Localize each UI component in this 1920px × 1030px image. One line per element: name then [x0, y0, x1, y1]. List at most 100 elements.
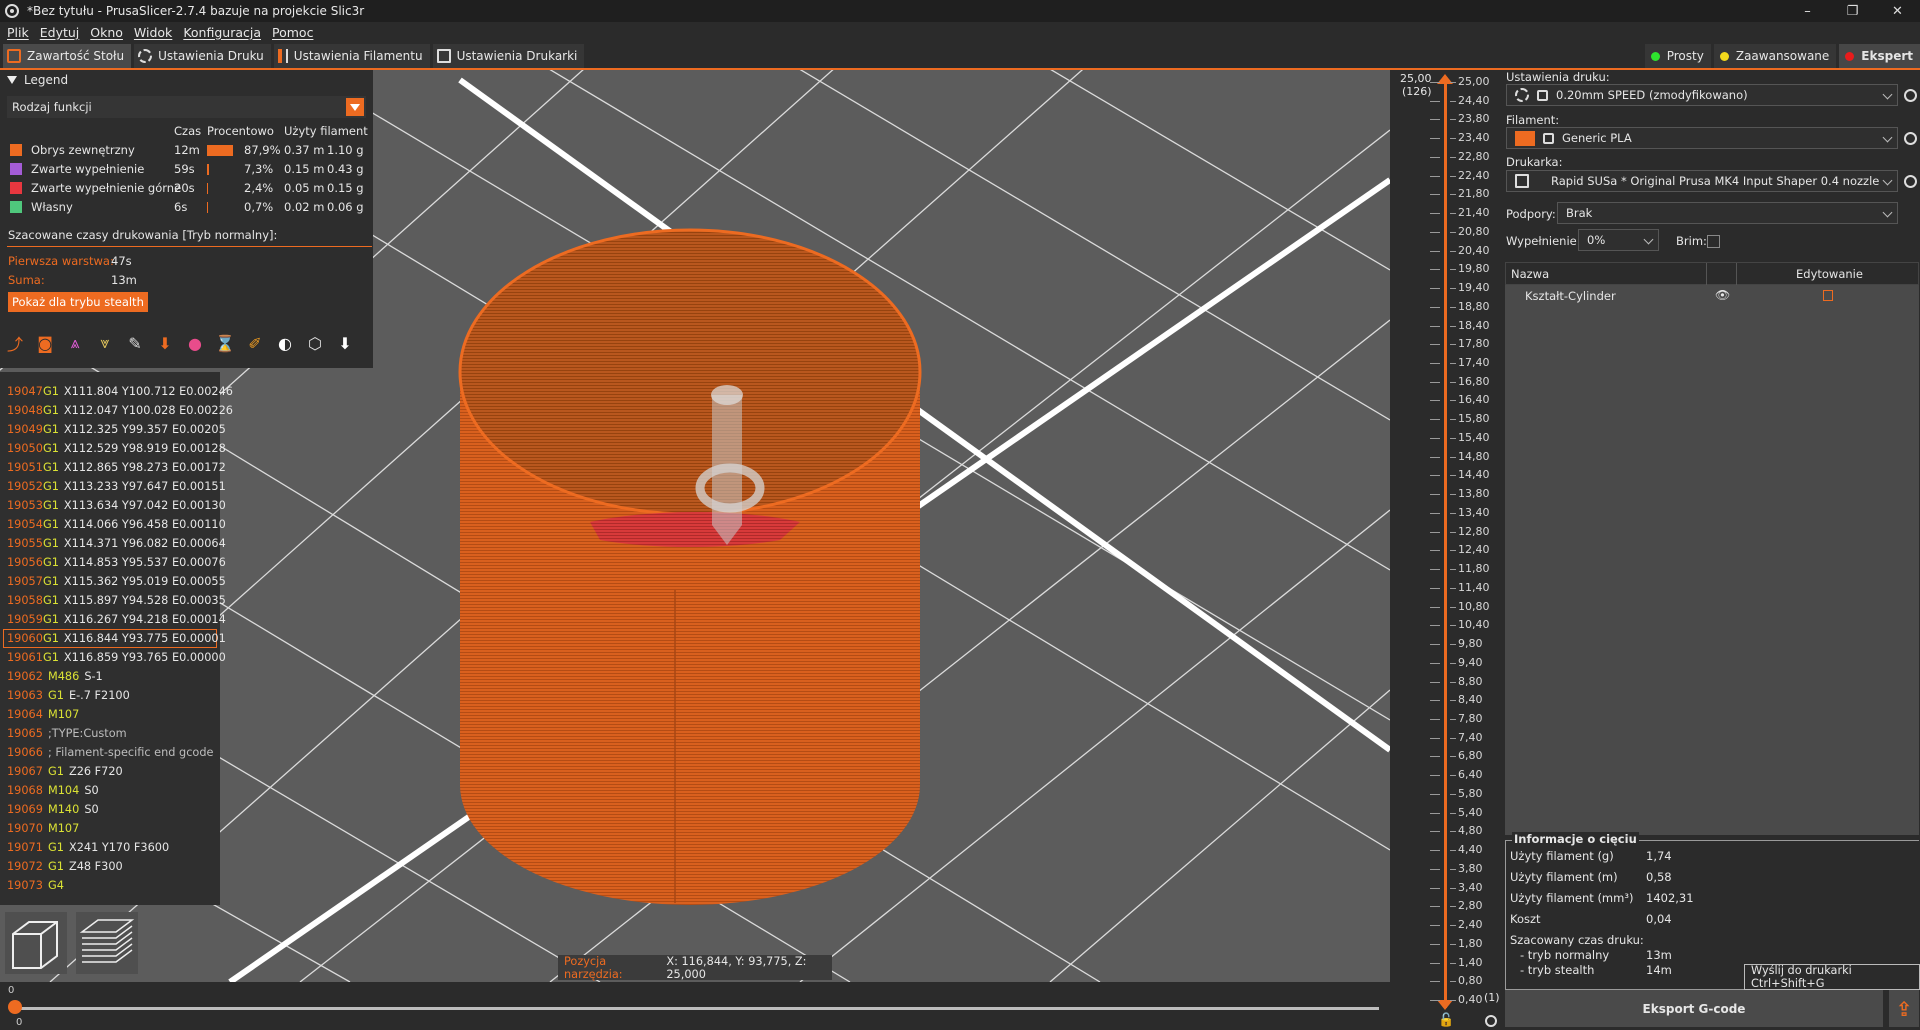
- color-changes-icon[interactable]: ●: [184, 332, 206, 354]
- gcode-line[interactable]: 19065 ;TYPE:Custom: [0, 724, 220, 743]
- deretractions-icon[interactable]: ⩔: [94, 332, 116, 354]
- travel-icon[interactable]: ⤴: [4, 332, 26, 354]
- layer-height-label: 5,40: [1458, 805, 1483, 819]
- shells-icon[interactable]: ⬡: [304, 332, 326, 354]
- gcode-line[interactable]: 19047 G1 X111.804 Y100.712 E0.00246: [0, 382, 233, 401]
- mode-simple-button[interactable]: Prosty: [1644, 44, 1711, 68]
- gcode-line[interactable]: 19057 G1 X115.362 Y95.019 E0.00055: [0, 572, 226, 591]
- eye-icon[interactable]: 👁: [1715, 288, 1730, 302]
- settings-cog-icon[interactable]: [1485, 1015, 1497, 1027]
- legend-row[interactable]: Zwarte wypełnienie 59s 7,3% 0.15 m 0.43 …: [0, 160, 373, 179]
- lock-icon[interactable]: 🔓: [1438, 1013, 1454, 1028]
- layer-tick: [1450, 569, 1456, 571]
- gcode-line[interactable]: 19072 G1 Z48 F300: [0, 857, 220, 876]
- edit-object-icon[interactable]: [1823, 290, 1833, 301]
- printer-combo[interactable]: Rapid SUSa * Original Prusa MK4 Input Sh…: [1506, 170, 1898, 192]
- view-type-select[interactable]: Rodzaj funkcji: [7, 96, 366, 118]
- gcode-line[interactable]: 19061 G1 X116.859 Y93.765 E0.00000: [0, 648, 226, 667]
- 3d-view-button[interactable]: [5, 912, 67, 974]
- legend-header[interactable]: Legend: [0, 70, 373, 90]
- pause-prints-icon[interactable]: ⌛: [214, 332, 236, 354]
- menu-configuration[interactable]: Konfiguracja: [183, 25, 261, 40]
- tool-changes-icon[interactable]: ⬇: [154, 332, 176, 354]
- infill-combo[interactable]: 0%: [1578, 229, 1659, 251]
- legend-row[interactable]: Obrys zewnętrzny 12m 87,9% 0.37 m 1.10 g: [0, 141, 373, 160]
- gcode-line[interactable]: 19049 G1 X112.325 Y99.357 E0.00205: [0, 420, 226, 439]
- tab-print-settings[interactable]: Ustawienia Druku: [134, 43, 271, 68]
- legend-row[interactable]: Własny 6s 0,7% 0.02 m 0.06 g: [0, 198, 373, 217]
- object-row[interactable]: Kształt-Cylinder 👁: [1505, 285, 1919, 307]
- gcode-line[interactable]: 19071 G1 X241 Y170 F3600: [0, 838, 220, 857]
- menu-file[interactable]: Plik: [7, 25, 29, 40]
- line-number: 19052: [7, 480, 43, 493]
- menu-help[interactable]: Pomoc: [272, 25, 313, 40]
- send-to-printer-button[interactable]: ⇪: [1889, 990, 1919, 1027]
- legend-row[interactable]: Zwarte wypełnienie górne 20s 2,4% 0.05 m…: [0, 179, 373, 198]
- tool-marker-icon[interactable]: ⬇: [334, 332, 356, 354]
- preview-layers-button[interactable]: [76, 912, 138, 974]
- gcode-line[interactable]: 19048 G1 X112.047 Y100.028 E0.00226: [0, 401, 233, 420]
- line-number: 19061: [7, 651, 43, 664]
- mode-advanced-button[interactable]: Zaawansowane: [1713, 44, 1837, 68]
- tab-plater[interactable]: Zawartość Stołu: [3, 43, 132, 68]
- wipe-icon[interactable]: ◙: [34, 332, 56, 354]
- dropdown-arrow-icon: [346, 98, 364, 116]
- supports-combo[interactable]: Brak: [1557, 202, 1898, 224]
- show-stealth-button[interactable]: Pokaż dla trybu stealth: [8, 292, 148, 312]
- seams-icon[interactable]: ✎: [124, 332, 146, 354]
- slider-thumb[interactable]: [8, 1000, 22, 1014]
- menu-window[interactable]: Okno: [90, 25, 123, 40]
- feature-time: 12m: [174, 143, 200, 157]
- gcode-line[interactable]: 19054 G1 X114.066 Y96.458 E0.00110: [0, 515, 226, 534]
- layer-tick: [1430, 550, 1440, 552]
- printer-edit-icon[interactable]: [1904, 175, 1917, 188]
- filament-edit-icon[interactable]: [1904, 132, 1917, 145]
- gcode-line[interactable]: 19050 G1 X112.529 Y98.919 E0.00128: [0, 439, 226, 458]
- layer-height-label: 15,40: [1458, 430, 1490, 444]
- gcode-line[interactable]: 19053 G1 X113.634 Y97.042 E0.00130: [0, 496, 226, 515]
- gcode-line[interactable]: 19067 G1 Z26 F720: [0, 762, 220, 781]
- menu-view[interactable]: Widok: [134, 25, 172, 40]
- center-of-gravity-icon[interactable]: ◐: [274, 332, 296, 354]
- close-button[interactable]: ✕: [1875, 0, 1920, 22]
- gcode-line[interactable]: 19051 G1 X112.865 Y98.273 E0.00172: [0, 458, 226, 477]
- col-filament: Użyty filament: [284, 124, 368, 138]
- normal-mode-label: - tryb normalny: [1520, 948, 1610, 962]
- print-settings-edit-icon[interactable]: [1904, 89, 1917, 102]
- gcode-command: M140: [48, 803, 80, 816]
- menu-bar: Plik Edytuj Okno Widok Konfiguracja Pomo…: [0, 22, 1920, 42]
- print-settings-combo[interactable]: 0.20mm SPEED (zmodyfikowano): [1506, 84, 1898, 106]
- gcode-line[interactable]: 19052 G1 X113.233 Y97.647 E0.00151: [0, 477, 226, 496]
- gcode-line[interactable]: 19056 G1 X114.853 Y95.537 E0.00076: [0, 553, 226, 572]
- tab-filament-settings[interactable]: Ustawienia Filamentu: [273, 43, 430, 68]
- gcode-line[interactable]: 19063 G1 E-.7 F2100: [0, 686, 220, 705]
- gcode-line[interactable]: 19055 G1 X114.371 Y96.082 E0.00064: [0, 534, 226, 553]
- maximize-button[interactable]: ❐: [1830, 0, 1875, 22]
- gcode-line[interactable]: 19073 G4: [0, 876, 220, 895]
- gcode-line[interactable]: 19058 G1 X115.897 Y94.528 E0.00035: [0, 591, 226, 610]
- tab-printer-settings[interactable]: Ustawienia Drukarki: [432, 43, 585, 68]
- slider-track[interactable]: [14, 1007, 1379, 1010]
- export-gcode-button[interactable]: Eksport G-code: [1505, 990, 1883, 1027]
- gcode-line[interactable]: 19069 M140 S0: [0, 800, 220, 819]
- layer-tick: [1450, 718, 1456, 720]
- filament-combo[interactable]: Generic PLA: [1506, 127, 1898, 149]
- brim-checkbox[interactable]: [1707, 235, 1720, 248]
- gcode-line[interactable]: 19060 G1 X116.844 Y93.775 E0.00001: [3, 629, 226, 648]
- custom-gcodes-icon[interactable]: ✐: [244, 332, 266, 354]
- gcode-line[interactable]: 19062 M486 S-1: [0, 667, 220, 686]
- gcode-line[interactable]: 19064 M107: [0, 705, 220, 724]
- menu-edit[interactable]: Edytuj: [40, 25, 80, 40]
- gcode-line[interactable]: 19070 M107: [0, 819, 220, 838]
- layer-tick: [1430, 381, 1440, 383]
- gcode-line[interactable]: 19066 ; Filament-specific end gcode: [0, 743, 220, 762]
- minimize-button[interactable]: –: [1785, 0, 1830, 22]
- lower-thumb[interactable]: [1437, 1000, 1453, 1010]
- layer-height-label: 3,80: [1458, 861, 1483, 875]
- retractions-icon[interactable]: ⩓: [64, 332, 86, 354]
- mode-expert-button[interactable]: Ekspert: [1839, 44, 1920, 68]
- layer-slider-track[interactable]: [1444, 80, 1447, 1008]
- layer-tick: [1430, 700, 1440, 702]
- gcode-line[interactable]: 19059 G1 X116.267 Y94.218 E0.00014: [0, 610, 226, 629]
- gcode-line[interactable]: 19068 M104 S0: [0, 781, 220, 800]
